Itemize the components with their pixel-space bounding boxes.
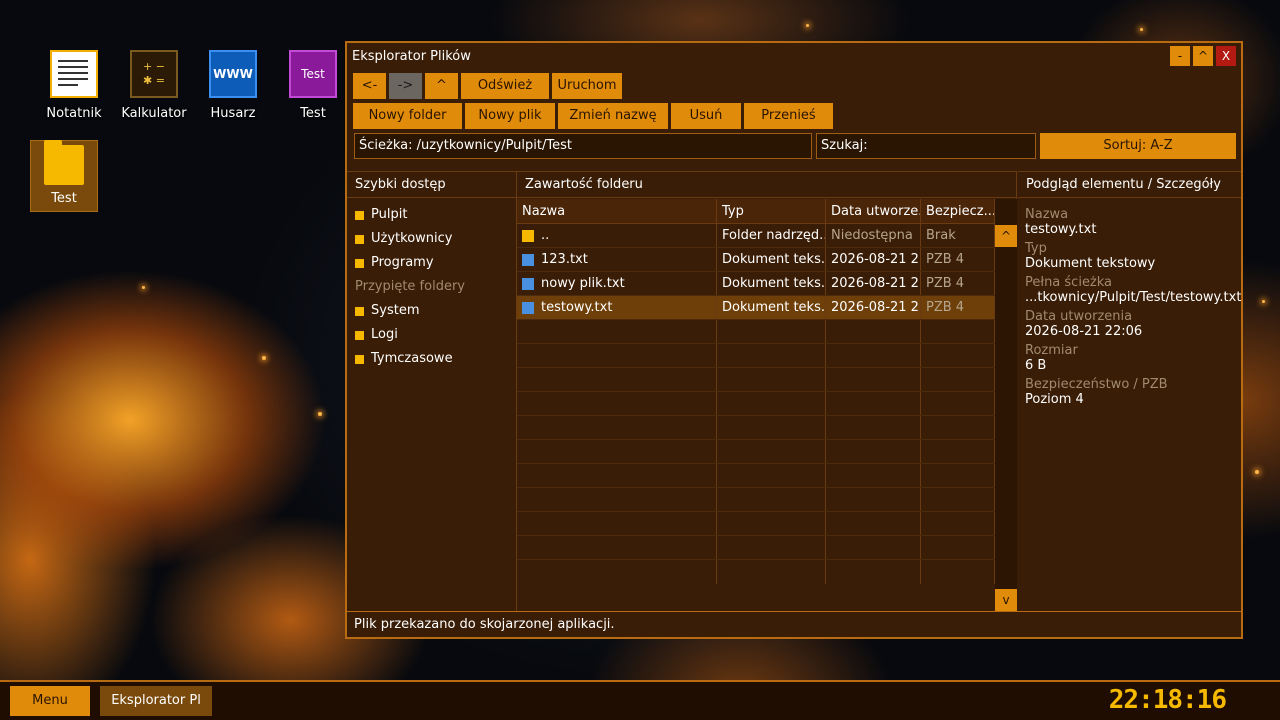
folder-icon [44,140,84,185]
table-row[interactable]: 123.txt Dokument teks... 2026-08-21 2...… [517,248,995,272]
table-row-selected[interactable]: testowy.txt Dokument teks... 2026-08-21 … [517,296,995,320]
desktop-icon-husarz[interactable]: WWW Husarz [198,50,268,121]
folder-icon [355,354,364,364]
refresh-button[interactable]: Odśwież [461,73,549,99]
desktop-icon-kalkulator[interactable]: + − ✱ = Kalkulator [119,50,189,121]
detail-label-security: Bezpieczeństwo / PZB [1025,377,1168,392]
table-row[interactable]: nowy plik.txt Dokument teks... 2026-08-2… [517,272,995,296]
detail-label-name: Nazwa [1025,207,1069,222]
detail-label-size: Rozmiar [1025,343,1078,358]
document-icon [522,301,534,314]
taskbar: Menu Eksplorator Pl 22:18:16 [0,680,1280,720]
new-file-button[interactable]: Nowy plik [465,103,555,129]
desktop-icon-label: Husarz [210,106,256,121]
new-folder-button[interactable]: Nowy folder [353,103,462,129]
column-header-name[interactable]: Nazwa [517,199,717,223]
run-button[interactable]: Uruchom [552,73,622,99]
notepad-icon [50,50,98,98]
folder-icon [355,330,364,340]
clock: 22:18:16 [1108,685,1227,715]
pinned-item-tymczasowe[interactable]: Tymczasowe [347,347,516,371]
action-toolbar: Nowy folder Nowy plik Zmień nazwę Usuń P… [353,103,833,129]
table-row[interactable]: .. Folder nadrzęd... Niedostępna Brak [517,224,995,248]
desktop-folder-label: Test [51,191,77,206]
path-field[interactable]: Ścieżka: /uzytkownicy/Pulpit/Test [354,133,812,159]
forward-button[interactable]: -> [389,73,422,99]
detail-value-size: 6 B [1025,358,1047,373]
detail-value-type: Dokument tekstowy [1025,256,1156,271]
detail-value-path: ...tkownicy/Pulpit/Test/testowy.txt [1025,290,1241,305]
folder-icon [355,306,364,316]
desktop-folder-test[interactable]: Test [30,140,98,212]
pinned-item-logi[interactable]: Logi [347,323,516,347]
desktop-icon-test[interactable]: Test Test [278,50,348,121]
window-title: Eksplorator Plików [352,48,471,64]
quick-access-item-pulpit[interactable]: Pulpit [347,203,516,227]
pinned-item-system[interactable]: System [347,299,516,323]
detail-label-path: Pełna ścieżka [1025,275,1113,290]
pinned-folders-header: Przypięte foldery [355,279,465,294]
status-bar: Plik przekazano do skojarzonej aplikacji… [347,611,1241,637]
desktop-icon-label: Kalkulator [121,106,187,121]
quick-access-item-uzytkownicy[interactable]: Użytkownicy [347,227,516,251]
sort-button[interactable]: Sortuj: A-Z [1040,133,1236,159]
start-menu-button[interactable]: Menu [10,686,90,716]
desktop-icon-label: Test [300,106,326,121]
rename-button[interactable]: Zmień nazwę [558,103,668,129]
minimize-button[interactable]: - [1170,46,1190,66]
delete-button[interactable]: Usuń [671,103,741,129]
document-icon [522,253,534,266]
taskbar-app-explorer[interactable]: Eksplorator Pl [100,686,212,716]
scroll-down-button[interactable]: v [995,589,1017,611]
folder-icon [355,258,364,268]
column-header-security[interactable]: Bezpiecz... [921,199,995,223]
move-button[interactable]: Przenieś [744,103,833,129]
detail-label-type: Typ [1025,241,1047,256]
desktop-icon-notatnik[interactable]: Notatnik [39,50,109,121]
vertical-scrollbar[interactable]: ^ v [995,199,1017,611]
window-titlebar[interactable]: Eksplorator Plików - ^ X [347,43,1241,69]
search-field[interactable]: Szukaj: [816,133,1036,159]
close-button[interactable]: X [1216,46,1236,66]
column-header-type[interactable]: Typ [717,199,826,223]
back-button[interactable]: <- [353,73,386,99]
file-table: Nazwa Typ Data utworze... Bezpiecz... ..… [517,199,995,611]
maximize-button[interactable]: ^ [1193,46,1213,66]
detail-label-created: Data utworzenia [1025,309,1133,324]
details-pane: Podgląd elementu / Szczegóły Nazwa testo… [1018,171,1241,611]
browser-icon: WWW [209,50,257,98]
details-title: Podgląd elementu / Szczegóły [1018,172,1241,198]
detail-value-created: 2026-08-21 22:06 [1025,324,1143,339]
quick-access-item-programy[interactable]: Programy [347,251,516,275]
calculator-icon: + − ✱ = [130,50,178,98]
column-header-date[interactable]: Data utworze... [826,199,921,223]
detail-value-name: testowy.txt [1025,222,1097,237]
detail-value-security: Poziom 4 [1025,392,1084,407]
document-icon [522,277,534,290]
file-explorer-window: Eksplorator Plików - ^ X <- -> ^ Odśwież… [345,41,1243,639]
folder-contents-title: Zawartość folderu [517,172,1016,198]
table-header: Nazwa Typ Data utworze... Bezpiecz... [517,199,995,224]
quick-access-pane: Szybki dostęp Pulpit Użytkownicy Program… [347,171,517,611]
folder-contents-pane: Zawartość folderu Nazwa Typ Data utworze… [517,171,1017,611]
quick-access-title: Szybki dostęp [347,172,516,198]
test-program-icon: Test [289,50,337,98]
scroll-up-button[interactable]: ^ [995,225,1017,247]
nav-toolbar: <- -> ^ Odśwież Uruchom [353,73,622,99]
desktop-icon-label: Notatnik [46,106,102,121]
folder-icon [355,234,364,244]
up-button[interactable]: ^ [425,73,458,99]
folder-icon [355,210,364,220]
folder-icon [522,229,534,242]
